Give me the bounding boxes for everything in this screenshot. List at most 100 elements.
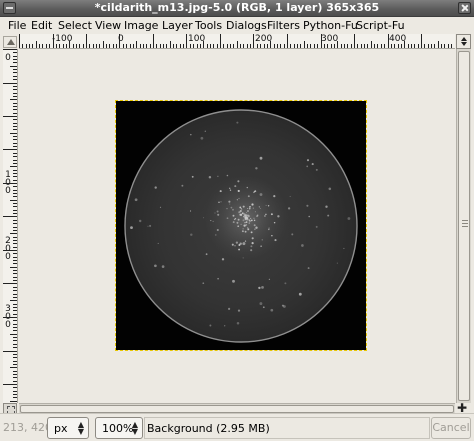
menu-layer[interactable]: Layer	[162, 19, 193, 33]
menu-view[interactable]: View	[95, 19, 121, 33]
star-dot	[247, 210, 249, 212]
ruler-tick	[374, 44, 375, 48]
star-dot	[261, 239, 263, 241]
star-dot	[189, 210, 192, 212]
ruler-tick	[361, 44, 362, 48]
star-dot	[232, 208, 234, 211]
star-dot	[301, 244, 304, 247]
ruler-tick	[89, 44, 90, 48]
menu-select[interactable]: Select	[58, 19, 92, 33]
ruler-tick	[408, 44, 409, 48]
ruler-tick	[39, 44, 40, 48]
star-dot	[219, 190, 222, 193]
star-dot	[226, 217, 229, 220]
star-dot	[217, 277, 219, 280]
star-dot	[242, 257, 244, 259]
ruler-tick	[59, 44, 60, 48]
menu-dialogs[interactable]: Dialogs	[226, 19, 267, 33]
vertical-scrollbar[interactable]	[456, 49, 471, 403]
ruler-tick	[394, 44, 395, 48]
star-dot	[238, 197, 240, 200]
star-dot	[231, 243, 234, 246]
ruler-tick	[13, 193, 17, 194]
ruler-tick	[13, 357, 17, 358]
cancel-button[interactable]: Cancel	[431, 417, 471, 439]
window-title: *cildarith_m13.jpg-5.0 (RGB, 1 layer) 36…	[94, 1, 380, 14]
ruler-corner-button[interactable]	[3, 36, 17, 48]
pointer-coordinates: 213, 420	[3, 421, 52, 434]
ruler-tick	[13, 327, 17, 328]
ruler-tick	[13, 76, 17, 77]
star-dot	[283, 305, 286, 308]
ruler-tick	[13, 324, 17, 325]
horizontal-scrollbar[interactable]	[19, 403, 455, 413]
vertical-ruler[interactable]: 0 1 0 0 2 0 0 3 0 0	[3, 49, 18, 403]
ruler-tick	[123, 44, 124, 48]
ruler-tick	[13, 270, 17, 271]
star-dot	[258, 206, 260, 208]
ruler-tick	[13, 113, 17, 114]
star-dot	[235, 241, 239, 244]
star-dot	[277, 215, 280, 218]
ruler-tick	[200, 44, 201, 48]
star-dot	[255, 167, 258, 170]
ruler-tick	[13, 156, 17, 157]
menu-file[interactable]: File	[8, 19, 26, 33]
ruler-tick	[76, 44, 77, 48]
star-dot	[236, 121, 239, 124]
ruler-tick	[434, 44, 435, 48]
menu-image[interactable]: Image	[124, 19, 158, 33]
star-dot	[245, 213, 247, 216]
star-dot	[245, 221, 248, 223]
ruler-tick	[10, 133, 17, 134]
zoom-select[interactable]: 100% ▲ ▼	[95, 417, 143, 439]
ruler-tick	[13, 280, 17, 281]
ruler-tick	[10, 267, 17, 268]
close-icon[interactable]	[458, 2, 471, 14]
menu-edit[interactable]: Edit	[31, 19, 52, 33]
menu-filters[interactable]: Filters	[267, 19, 300, 33]
ruler-tick	[10, 200, 17, 201]
ruler-tick	[10, 99, 17, 100]
vertical-scroll-thumb[interactable]	[458, 51, 470, 401]
ruler-tick	[13, 173, 17, 174]
star-dot	[249, 206, 251, 208]
menu-script-fu[interactable]: Script-Fu	[356, 19, 405, 33]
ruler-tick	[13, 160, 17, 161]
navigate-image-button[interactable]	[456, 34, 471, 49]
ruler-tick	[220, 34, 221, 48]
ruler-tick	[116, 44, 117, 48]
star-dot	[237, 218, 240, 221]
star-dot	[221, 258, 225, 261]
star-dot	[237, 222, 239, 224]
ruler-tick	[13, 307, 17, 308]
star-dot	[273, 195, 276, 198]
ruler-tick	[223, 44, 224, 48]
ruler-tick	[143, 44, 144, 48]
star-dot	[306, 165, 309, 168]
star-dot	[216, 228, 219, 232]
ruler-tick	[13, 391, 17, 392]
ruler-tick	[247, 44, 248, 48]
star-dot	[240, 208, 243, 210]
ruler-tick	[13, 330, 17, 331]
ruler-tick	[13, 347, 17, 348]
unit-select[interactable]: px ▲ ▼	[47, 417, 89, 439]
ruler-tick	[13, 129, 17, 130]
ruler-tick	[398, 44, 399, 48]
menu-tools[interactable]: Tools	[195, 19, 222, 33]
horizontal-scroll-thumb[interactable]	[20, 405, 454, 413]
ruler-tick	[190, 44, 191, 48]
ruler-tick	[13, 126, 17, 127]
star-dot	[130, 226, 133, 229]
ruler-tick	[13, 139, 17, 140]
ruler-tick	[13, 89, 17, 90]
star-dot	[250, 249, 253, 252]
ruler-tick	[334, 44, 335, 48]
ruler-tick	[93, 44, 94, 48]
star-dot	[200, 136, 204, 140]
menu-python-fu[interactable]: Python-Fu	[303, 19, 358, 33]
horizontal-ruler[interactable]: -100 0 100 200 300 400	[19, 34, 455, 49]
ruler-tick	[307, 44, 308, 48]
image-canvas[interactable]	[19, 49, 455, 403]
